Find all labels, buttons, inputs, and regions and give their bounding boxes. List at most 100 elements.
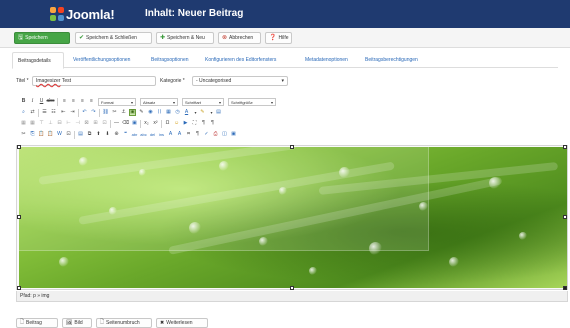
insert-col-before-icon[interactable]: ⊢ <box>65 120 72 127</box>
style-icon[interactable]: A <box>176 131 183 138</box>
image-button[interactable]: 🖼 Bild <box>62 318 92 328</box>
resize-handle-right[interactable] <box>563 215 567 219</box>
preview-icon[interactable]: ◫ <box>221 131 228 138</box>
cancel-button[interactable]: ⊗ Abbrechen <box>218 32 261 44</box>
save-close-button[interactable]: ✔ Speichern & Schließen <box>75 32 152 44</box>
paragraph-select[interactable]: Absatz ▾ <box>140 98 178 106</box>
unlink-icon[interactable]: ✂ <box>111 109 118 116</box>
subscript-icon[interactable]: x₂ <box>143 120 150 127</box>
remove-format-icon[interactable]: ⌫ <box>122 120 129 127</box>
emoticon-icon[interactable]: ☺ <box>173 120 180 127</box>
delete-row-icon[interactable]: ⊟ <box>56 120 63 127</box>
insert-col-after-icon[interactable]: ⊣ <box>74 120 81 127</box>
special-char-icon[interactable]: Ω <box>164 120 171 127</box>
insert-image-icon[interactable]: ▣ <box>129 109 136 116</box>
media-icon[interactable]: ▶ <box>182 120 189 127</box>
underline-icon[interactable]: U <box>38 98 45 105</box>
insert-row-before-icon[interactable]: ⊤ <box>38 120 45 127</box>
tab-editor-konfiguration[interactable]: Konfigurieren des Editorfensters <box>200 52 300 68</box>
paste-text-icon[interactable]: 📋 <box>47 131 54 138</box>
article-button[interactable]: 🗋 Beitrag <box>16 318 58 328</box>
indent-icon[interactable]: ⇥ <box>69 109 76 116</box>
help-circle-icon[interactable]: ◉ <box>147 109 154 116</box>
background-color-icon[interactable]: ✎ <box>199 109 206 116</box>
resize-handle-top[interactable] <box>290 145 294 149</box>
paste-word-icon[interactable]: W <box>56 131 63 138</box>
align-justify-icon[interactable]: ≡ <box>88 98 95 105</box>
tab-beitragsdetails[interactable]: Beitragsdetails <box>12 52 64 69</box>
link-icon[interactable]: ⛓ <box>102 109 109 116</box>
template-icon[interactable]: ▤ <box>77 131 84 138</box>
rtl-icon[interactable]: ¶ <box>209 120 216 127</box>
copy-icon[interactable]: ⎘ <box>29 131 36 138</box>
superscript-icon[interactable]: x² <box>152 120 159 127</box>
ltr-icon[interactable]: ¶ <box>200 120 207 127</box>
readmore-button[interactable]: ✖ Weiterlesen <box>156 318 208 328</box>
layer-backward-icon[interactable]: ⬇ <box>104 131 111 138</box>
resize-handle-left[interactable] <box>17 215 21 219</box>
fullscreen-icon[interactable]: ⛶ <box>191 120 198 127</box>
cleanup-icon[interactable]: ✎ <box>138 109 145 116</box>
insert-text-icon[interactable]: ins <box>158 131 165 138</box>
pagebreak-button[interactable]: 🗋 Seitenumbruch <box>96 318 152 328</box>
align-right-icon[interactable]: ≡ <box>79 98 86 105</box>
numbered-list-icon[interactable]: ☷ <box>50 109 57 116</box>
chevron-down-icon[interactable]: ▾ <box>192 109 199 116</box>
resize-handle-top-right[interactable] <box>563 145 567 149</box>
text-color-icon[interactable]: A <box>183 109 190 116</box>
insert-row-after-icon[interactable]: ⊥ <box>47 120 54 127</box>
strikethrough-icon[interactable]: abc <box>46 98 54 105</box>
outdent-icon[interactable]: ⇤ <box>60 109 67 116</box>
table-row-props-icon[interactable]: ▦ <box>20 120 27 127</box>
nonbreaking-icon[interactable]: ¶ <box>194 131 201 138</box>
chevron-down-icon[interactable]: ▾ <box>208 109 215 116</box>
abbr-icon[interactable]: abr <box>131 131 138 138</box>
show-blocks-icon[interactable]: ⌗ <box>185 131 192 138</box>
font-size-select[interactable]: Schriftgröße ▾ <box>228 98 276 106</box>
resize-handle-bottom-left[interactable] <box>17 286 21 290</box>
table-cell-props-icon[interactable]: ▦ <box>29 120 36 127</box>
horizontal-rule-icon[interactable]: — <box>113 120 120 127</box>
delete-text-icon[interactable]: del <box>149 131 156 138</box>
layer-insert-icon[interactable]: ⧉ <box>86 131 93 138</box>
cut-icon[interactable]: ✂ <box>20 131 27 138</box>
resize-handle-bottom[interactable] <box>290 286 294 290</box>
delete-col-icon[interactable]: ⊠ <box>83 120 90 127</box>
split-cells-icon[interactable]: ⊞ <box>92 120 99 127</box>
tab-veroeffentlichungsoptionen[interactable]: Veröffentlichungsoptionen <box>68 52 146 68</box>
insert-time-icon[interactable]: ◷ <box>174 109 181 116</box>
attributes-icon[interactable]: A <box>167 131 174 138</box>
select-all-icon[interactable]: ⊡ <box>65 131 72 138</box>
acronym-icon[interactable]: abc <box>140 131 147 138</box>
joomla-logo[interactable]: Joomla! <box>50 6 115 22</box>
align-left-icon[interactable]: ≡ <box>61 98 68 105</box>
insert-date-icon[interactable]: ▦ <box>165 109 172 116</box>
tab-beitragsberechtigungen[interactable]: Beitragsberechtigungen <box>360 52 432 68</box>
redo-icon[interactable]: ↷ <box>90 109 97 116</box>
replace-icon[interactable]: ⇄ <box>29 109 36 116</box>
bold-icon[interactable]: B <box>20 98 27 105</box>
category-select[interactable]: - Uncategorised ▾ <box>192 76 288 86</box>
help-button[interactable]: ❓ Hilfe <box>265 32 292 44</box>
italic-icon[interactable]: I <box>29 98 36 105</box>
html-source-icon[interactable]: ⟨⟩ <box>156 109 163 116</box>
title-input[interactable]: Imagesizer Test <box>32 76 156 86</box>
paste-icon[interactable]: 📋 <box>38 131 45 138</box>
save-button[interactable]: 🖫 Speichern <box>14 32 70 44</box>
tab-beitragsoptionen[interactable]: Beitragsoptionen <box>146 52 200 68</box>
format-select[interactable]: Format ▾ <box>98 98 136 106</box>
resize-handle-top-left[interactable] <box>17 145 21 149</box>
print-icon[interactable]: ⎙ <box>212 131 219 138</box>
code-icon[interactable]: ▣ <box>230 131 237 138</box>
table-icon[interactable]: ▤ <box>215 109 222 116</box>
visual-aid-icon[interactable]: ▣ <box>131 120 138 127</box>
layer-forward-icon[interactable]: ⬆ <box>95 131 102 138</box>
merge-cells-icon[interactable]: ⊡ <box>101 120 108 127</box>
save-new-button[interactable]: ✚ Speichern & Neu <box>156 32 214 44</box>
undo-icon[interactable]: ↶ <box>81 109 88 116</box>
tab-metadatenoptionen[interactable]: Metadatenoptionen <box>300 52 360 68</box>
spellcheck-icon[interactable]: ✓ <box>203 131 210 138</box>
font-family-select[interactable]: Schriftart ▾ <box>182 98 224 106</box>
anchor-icon[interactable]: ⚓ <box>120 109 127 116</box>
cite-icon[interactable]: ❝ <box>122 131 129 138</box>
